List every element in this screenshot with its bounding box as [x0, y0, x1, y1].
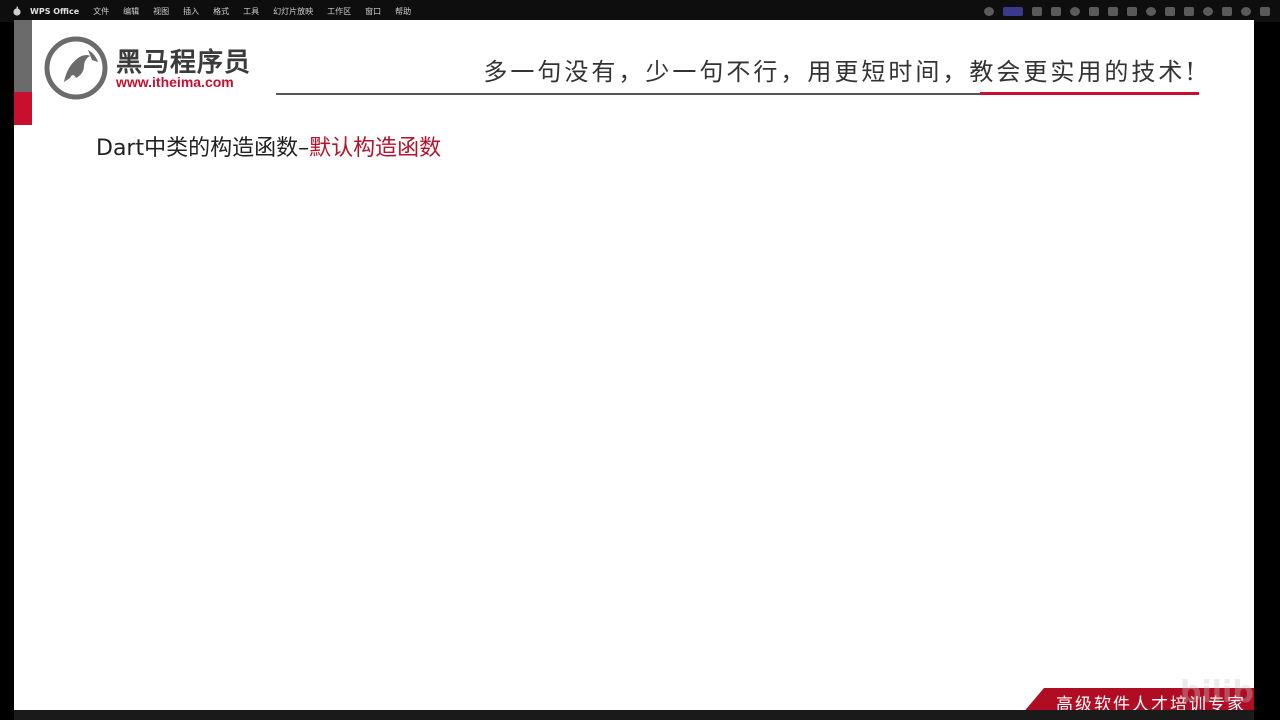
wifi-icon[interactable]	[1203, 6, 1213, 16]
side-accent-gray	[14, 20, 32, 92]
menu-slideshow[interactable]: 幻灯片放映	[273, 6, 313, 17]
menu-help[interactable]: 帮助	[395, 6, 411, 17]
slide-canvas[interactable]: 黑马程序员 www.itheima.com 多一句没有，少一句不行，用更短时间，…	[14, 20, 1254, 710]
wechat-icon[interactable]	[1070, 6, 1080, 16]
menu-tools[interactable]: 工具	[243, 6, 259, 17]
status-icon[interactable]	[1051, 6, 1061, 16]
search-icon[interactable]	[1241, 6, 1251, 16]
menu-window[interactable]: 窗口	[365, 6, 381, 17]
slide-title[interactable]: Dart中类的构造函数–默认构造函数	[96, 130, 441, 162]
window-bottom-edge	[14, 710, 1254, 720]
header-divider	[276, 93, 980, 95]
status-icon[interactable]	[1108, 6, 1118, 16]
menu-insert[interactable]: 插入	[183, 6, 199, 17]
screen-record-icon[interactable]	[1003, 6, 1023, 16]
apple-icon[interactable]	[12, 6, 22, 16]
battery-icon[interactable]	[1222, 6, 1232, 16]
status-icon[interactable]	[1127, 6, 1137, 16]
header-slogan: 多一句没有，少一句不行，用更短时间，教会更实用的技术!	[483, 58, 1198, 86]
headphones-icon[interactable]	[984, 6, 994, 16]
logo-url: www.itheima.com	[116, 74, 234, 90]
horse-logo-icon	[44, 36, 108, 100]
menu-workspace[interactable]: 工作区	[327, 6, 351, 17]
header-divider-accent	[980, 92, 1199, 95]
bilibili-watermark: bilibili	[1180, 675, 1254, 710]
status-icon[interactable]	[1089, 6, 1099, 16]
slide-title-prefix: Dart中类的构造函数–	[96, 136, 310, 161]
menu-bar: WPS Office 文件 编辑 视图 插入 格式 工具 幻灯片放映 工作区 窗…	[0, 0, 1280, 22]
menu-app-name[interactable]: WPS Office	[30, 7, 79, 16]
status-icon[interactable]	[1184, 6, 1194, 16]
side-accent-red	[14, 92, 32, 125]
menu-format[interactable]: 格式	[213, 6, 229, 17]
menu-view[interactable]: 视图	[153, 6, 169, 17]
menu-file[interactable]: 文件	[93, 6, 109, 17]
menu-edit[interactable]: 编辑	[123, 6, 139, 17]
status-icon[interactable]	[1032, 6, 1042, 16]
status-icon[interactable]	[1165, 6, 1175, 16]
status-icon[interactable]	[1146, 6, 1156, 16]
control-center-icon[interactable]	[1260, 6, 1270, 16]
slide-title-highlight: 默认构造函数	[309, 136, 442, 161]
status-area	[984, 0, 1270, 22]
itheima-logo: 黑马程序员 www.itheima.com	[44, 36, 284, 102]
